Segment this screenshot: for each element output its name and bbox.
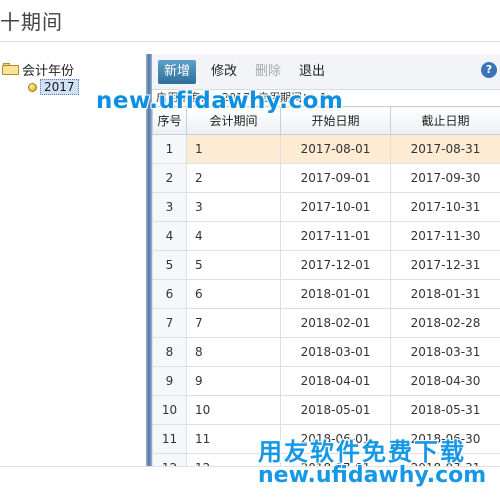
end-date-cell[interactable]: 2018-02-28 xyxy=(390,308,500,338)
start-date-cell[interactable]: 2017-09-01 xyxy=(280,163,391,193)
table-row[interactable]: 8 8 2018-03-01 2018-03-31 xyxy=(152,337,500,367)
end-date-cell[interactable]: 2017-09-30 xyxy=(390,163,500,193)
tree-node-label: 2017 xyxy=(40,79,79,95)
period-cell[interactable]: 2 xyxy=(186,163,281,193)
row-index-cell[interactable]: 6 xyxy=(152,279,187,309)
start-date-cell[interactable]: 2018-04-01 xyxy=(280,366,391,396)
start-date-cell[interactable]: 2018-06-01 xyxy=(280,424,391,454)
delete-button[interactable]: 删除 xyxy=(252,60,284,84)
exit-button[interactable]: 退出 xyxy=(296,60,328,84)
end-date-cell[interactable]: 2017-08-31 xyxy=(390,134,500,164)
end-date-cell[interactable]: 2017-12-31 xyxy=(390,250,500,280)
table-header-row: 序号 会计期间 开始日期 截止日期 xyxy=(152,106,500,135)
table-row[interactable]: 2 2 2017-09-01 2017-09-30 xyxy=(152,163,500,193)
period-cell[interactable]: 9 xyxy=(186,366,281,396)
row-index-cell[interactable]: 7 xyxy=(152,308,187,338)
row-index-cell[interactable]: 10 xyxy=(152,395,187,425)
table-row[interactable]: 10 10 2018-05-01 2018-05-31 xyxy=(152,395,500,425)
row-index-cell[interactable]: 9 xyxy=(152,366,187,396)
end-date-cell[interactable]: 2018-01-31 xyxy=(390,279,500,309)
start-date-cell[interactable]: 2017-12-01 xyxy=(280,250,391,280)
folder-icon xyxy=(2,63,19,75)
toolbar: 新增 修改 删除 退出 ? xyxy=(152,54,500,90)
year-node-icon xyxy=(28,82,37,92)
table-row[interactable]: 6 6 2018-01-01 2018-01-31 xyxy=(152,279,500,309)
year-tree-panel: 会计年份 2017 xyxy=(0,54,146,464)
row-index-cell[interactable]: 5 xyxy=(152,250,187,280)
period-cell[interactable]: 3 xyxy=(186,192,281,222)
end-date-cell[interactable]: 2017-10-31 xyxy=(390,192,500,222)
period-cell[interactable]: 5 xyxy=(186,250,281,280)
help-icon[interactable]: ? xyxy=(481,62,497,78)
row-index-cell[interactable]: 11 xyxy=(152,424,187,454)
period-cell[interactable]: 6 xyxy=(186,279,281,309)
start-date-cell[interactable]: 2017-10-01 xyxy=(280,192,391,222)
start-info-row: 启用年度： 2017 启用期间： 1 xyxy=(152,90,500,106)
col-header-end-date[interactable]: 截止日期 xyxy=(390,106,500,135)
table-row[interactable]: 4 4 2017-11-01 2017-11-30 xyxy=(152,221,500,251)
period-cell[interactable]: 11 xyxy=(186,424,281,454)
tree-root-label: 会计年份 xyxy=(22,63,75,79)
col-header-start-date[interactable]: 开始日期 xyxy=(280,106,391,135)
period-cell[interactable]: 10 xyxy=(186,395,281,425)
start-date-cell[interactable]: 2018-02-01 xyxy=(280,308,391,338)
end-date-cell[interactable]: 2018-05-31 xyxy=(390,395,500,425)
start-year-value: 2017 xyxy=(222,91,250,104)
tree-node-2017[interactable]: 2017 xyxy=(28,78,79,96)
table-row[interactable]: 3 3 2017-10-01 2017-10-31 xyxy=(152,192,500,222)
table-row[interactable]: 9 9 2018-04-01 2018-04-30 xyxy=(152,366,500,396)
start-date-cell[interactable]: 2017-08-01 xyxy=(280,134,391,164)
status-area xyxy=(0,466,500,500)
end-date-cell[interactable]: 2017-11-30 xyxy=(390,221,500,251)
start-date-cell[interactable]: 2017-11-01 xyxy=(280,221,391,251)
col-header-period[interactable]: 会计期间 xyxy=(186,106,281,135)
table-row[interactable]: 5 5 2017-12-01 2017-12-31 xyxy=(152,250,500,280)
end-date-cell[interactable]: 2018-04-30 xyxy=(390,366,500,396)
col-header-index[interactable]: 序号 xyxy=(152,106,187,135)
end-date-cell[interactable]: 2018-06-30 xyxy=(390,424,500,454)
window-title: 十期间 xyxy=(0,10,63,34)
start-date-cell[interactable]: 2018-03-01 xyxy=(280,337,391,367)
period-cell[interactable]: 7 xyxy=(186,308,281,338)
end-date-cell[interactable]: 2018-03-31 xyxy=(390,337,500,367)
period-cell[interactable]: 4 xyxy=(186,221,281,251)
period-cell[interactable]: 8 xyxy=(186,337,281,367)
edit-button[interactable]: 修改 xyxy=(206,60,242,84)
start-period-value: 1 xyxy=(320,91,327,104)
start-period-label: 启用期间： xyxy=(258,91,313,104)
period-cell[interactable]: 1 xyxy=(186,134,281,164)
tree-root-node[interactable]: 会计年份 xyxy=(2,60,75,79)
start-date-cell[interactable]: 2018-05-01 xyxy=(280,395,391,425)
row-index-cell[interactable]: 2 xyxy=(152,163,187,193)
row-index-cell[interactable]: 8 xyxy=(152,337,187,367)
table-row[interactable]: 11 11 2018-06-01 2018-06-30 xyxy=(152,424,500,454)
start-year-label: 启用年度： xyxy=(156,91,211,104)
row-index-cell[interactable]: 3 xyxy=(152,192,187,222)
period-table: 序号 会计期间 开始日期 截止日期 1 1 2017-08-01 2017-08-31… xyxy=(152,106,500,483)
row-index-cell[interactable]: 1 xyxy=(152,134,187,164)
table-row[interactable]: 7 7 2018-02-01 2018-02-28 xyxy=(152,308,500,338)
start-date-cell[interactable]: 2018-01-01 xyxy=(280,279,391,309)
window-title-bar: 十期间 xyxy=(0,0,500,42)
add-button[interactable]: 新增 xyxy=(158,60,196,84)
table-row[interactable]: 1 1 2017-08-01 2017-08-31 xyxy=(152,134,500,164)
row-index-cell[interactable]: 4 xyxy=(152,221,187,251)
